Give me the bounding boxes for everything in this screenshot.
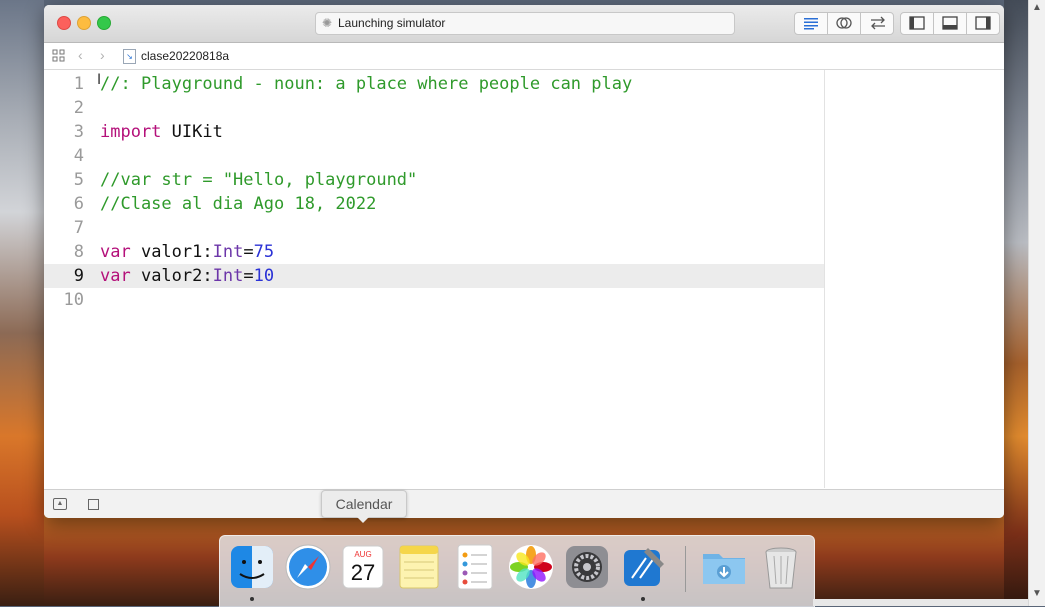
scroll-up-icon[interactable]: ▲ [1032,2,1042,13]
close-window-button[interactable] [57,16,71,30]
code-line[interactable]: 5 //var str = "Hello, playground" [44,168,824,192]
notes-icon[interactable] [394,542,444,592]
standard-editor-icon [804,18,818,30]
finder-running-indicator [250,597,254,601]
code-token: 10 [253,266,275,286]
code-token: = [243,266,254,286]
calendar-day-label: 27 [351,560,375,585]
code-line[interactable]: 1 //: Playground - noun: a place where pe… [44,72,824,96]
code-token: 75 [253,242,275,262]
code-line[interactable]: 6 //Clase al dia Ago 18, 2022 [44,192,824,216]
code-token: import [100,122,162,142]
calendar-month-label: AUG [354,550,371,559]
code-text: //: Playground - noun: a place where peo… [100,72,632,96]
code-token: = [243,242,254,262]
code-line[interactable]: 3 import UIKit [44,120,824,144]
downloads-folder-icon[interactable] [699,542,749,592]
toggle-navigator-button[interactable] [901,13,934,34]
stop-playground-icon[interactable] [88,499,99,510]
code-token: valor2: [130,266,213,286]
version-editor-icon [871,16,885,30]
code-line[interactable]: 4 [44,144,824,168]
code-text: var valor2:Int=10 [100,264,274,288]
xcode-playground-window: ✺ Launching simulator ‹ › ↘ clase2022081… [44,5,1004,518]
calendar-icon[interactable]: AUG 27 [338,542,388,592]
assistant-editor-icon [836,17,852,29]
code-text: //Clase al dia Ago 18, 2022 [100,192,376,216]
dock-tooltip-pointer [356,516,370,523]
editor-mode-segmented-control [794,12,894,35]
code-text: import UIKit [100,120,223,144]
code-token: valor1: [130,242,213,262]
line-number: 8 [73,242,84,262]
spinner-icon: ✺ [322,16,333,30]
line-number: 7 [73,218,84,238]
navigator-panel-icon [909,16,925,30]
code-token: //: Playground - noun: a place where peo… [100,74,633,94]
reminders-icon[interactable] [450,542,500,592]
page-scrollbar[interactable]: ▲ ▼ [1028,0,1045,606]
code-line[interactable]: 7 [44,216,824,240]
line-number: 5 [73,170,84,190]
zoom-window-button[interactable] [97,16,111,30]
source-editor[interactable]: I 1//: Playground - noun: a place where … [44,70,825,488]
code-token: var [100,266,131,286]
line-number: 6 [73,194,84,214]
safari-icon[interactable] [283,542,333,592]
system-preferences-icon[interactable] [562,542,612,592]
utilities-panel-icon [975,16,991,30]
dock-separator [685,546,686,592]
code-line[interactable]: 9 var valor2:Int=10 [44,264,824,288]
code-token: //var str = "Hello, playground" [100,170,418,190]
trash-icon[interactable] [756,542,806,592]
code-token: Int [212,242,244,262]
code-line[interactable]: 8 var valor1:Int=75 [44,240,824,264]
jump-bar: ‹ › ↘ clase20220818a [44,43,1004,70]
activity-viewer: ✺ Launching simulator [315,12,735,35]
chevron-left-icon[interactable]: ‹ [78,47,83,63]
code-text: //var str = "Hello, playground" [100,168,417,192]
desktop-bottom-strip [813,599,1028,606]
related-items-grid-icon[interactable] [52,49,66,62]
activity-status-text: Launching simulator [338,16,446,30]
photos-icon[interactable] [506,542,556,592]
toggle-debug-area-button[interactable] [934,13,967,34]
minimize-window-button[interactable] [77,16,91,30]
toggle-utilities-button[interactable] [967,13,999,34]
line-number: 2 [73,98,84,118]
desktop-wallpaper-left [0,0,44,606]
standard-editor-button[interactable] [795,13,828,34]
version-editor-button[interactable] [861,13,893,34]
debug-area-icon [942,16,958,30]
scroll-down-icon[interactable]: ▼ [1032,588,1042,599]
line-number: 10 [63,290,84,310]
code-line[interactable]: 10 [44,288,824,312]
code-token: Int [212,266,244,286]
breadcrumb-file-name[interactable]: clase20220818a [141,49,229,63]
line-number: 3 [73,122,84,142]
finder-icon[interactable] [227,542,277,592]
xcode-icon[interactable] [618,542,668,592]
chevron-right-icon[interactable]: › [100,47,105,63]
editor-scroll-gutter[interactable] [990,70,1004,488]
results-sidebar [825,70,991,488]
line-number: 1 [73,74,84,94]
line-number: 9 [73,266,84,286]
window-titlebar: ✺ Launching simulator [44,5,1004,43]
debug-bottom-bar: ▲ [44,489,1004,518]
xcode-running-indicator [641,597,645,601]
code-text: var valor1:Int=75 [100,240,274,264]
dock-tooltip: Calendar [321,490,407,518]
panel-toggle-segmented-control [900,12,1000,35]
hide-debug-area-icon[interactable]: ▲ [53,498,67,510]
code-token: var [100,242,131,262]
code-token: UIKit [161,122,223,142]
playground-file-icon: ↘ [123,49,136,64]
assistant-editor-button[interactable] [828,13,861,34]
code-line[interactable]: 2 [44,96,824,120]
line-number: 4 [73,146,84,166]
dock: AUG 27 [219,535,815,607]
code-token: //Clase al dia Ago 18, 2022 [100,194,377,214]
